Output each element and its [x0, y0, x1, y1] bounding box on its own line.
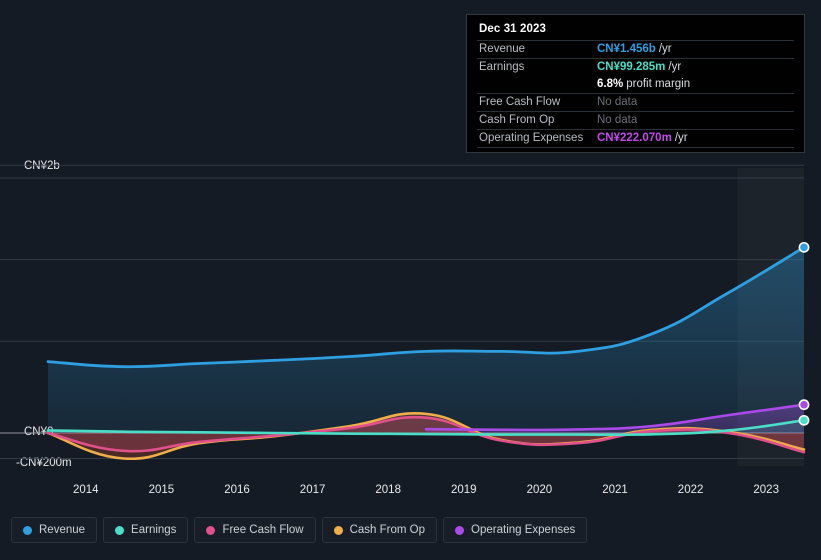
- tooltip-row-earnings: Earnings CN¥99.285m /yr: [477, 58, 794, 76]
- tooltip-label-operating-expenses: Operating Expenses: [479, 132, 584, 144]
- tooltip-unit-earnings: /yr: [668, 61, 682, 73]
- tooltip-value-revenue: CN¥1.456b: [597, 43, 656, 55]
- tooltip-value-earnings: CN¥99.285m: [597, 61, 666, 73]
- tooltip-label-earnings: Earnings: [479, 61, 525, 73]
- legend-item-operating-expenses[interactable]: Operating Expenses: [443, 517, 588, 543]
- legend-dot-icon: [455, 525, 465, 535]
- x-axis-label-2018: 2018: [375, 484, 401, 496]
- x-axis-label-2014: 2014: [73, 484, 99, 496]
- x-axis-label-2020: 2020: [526, 484, 553, 496]
- legend-label: Free Cash Flow: [222, 524, 304, 536]
- tooltip-label-revenue: Revenue: [479, 43, 526, 55]
- legend-dot-icon: [115, 525, 125, 535]
- legend-item-earnings[interactable]: Earnings: [103, 517, 189, 543]
- tooltip-row-revenue: Revenue CN¥1.456b /yr: [477, 40, 794, 58]
- legend-label: Revenue: [39, 524, 86, 536]
- tooltip-row-profit-margin: 6.8% profit margin: [477, 76, 794, 93]
- tooltip-value-free-cash-flow: No data: [597, 96, 638, 108]
- x-axis-label-2016: 2016: [224, 484, 250, 496]
- chart-tooltip: Dec 31 2023 Revenue CN¥1.456b /yr Earnin…: [466, 14, 805, 153]
- tooltip-label-free-cash-flow: Free Cash Flow: [479, 96, 561, 108]
- tooltip-row-operating-expenses: Operating Expenses CN¥222.070m /yr: [477, 129, 794, 147]
- legend-item-revenue[interactable]: Revenue: [11, 517, 98, 543]
- chart-plot-area: [0, 164, 810, 461]
- tooltip-row-free-cash-flow: Free Cash Flow No data: [477, 93, 794, 111]
- legend-label: Cash From Op: [349, 524, 426, 536]
- tooltip-unit-revenue: /yr: [658, 43, 672, 55]
- legend-item-free-cash-flow[interactable]: Free Cash Flow: [194, 517, 316, 543]
- x-axis-label-2022: 2022: [677, 484, 704, 496]
- legend-dot-icon: [206, 525, 216, 535]
- tooltip-text-profit-margin: profit margin: [626, 78, 691, 90]
- tooltip-row-cash-from-op: Cash From Op No data: [477, 111, 794, 129]
- legend-dot-icon: [333, 525, 343, 535]
- legend-label: Earnings: [131, 524, 177, 536]
- tooltip-value-profit-margin: 6.8%: [597, 78, 624, 90]
- x-axis-label-2023: 2023: [753, 484, 779, 496]
- tooltip-bottom-divider: [477, 147, 794, 150]
- tooltip-unit-operating-expenses: /yr: [674, 132, 688, 144]
- legend-label: Operating Expenses: [471, 524, 576, 536]
- x-axis-label-2017: 2017: [299, 484, 326, 496]
- tooltip-date: Dec 31 2023: [479, 23, 546, 35]
- x-axis-label-2019: 2019: [451, 484, 477, 496]
- tooltip-label-cash-from-op: Cash From Op: [479, 114, 555, 126]
- legend-dot-icon: [23, 525, 32, 535]
- financials-chart-page: Dec 31 2023 Revenue CN¥1.456b /yr Earnin…: [0, 0, 821, 560]
- chart-legend: Revenue Earnings Free Cash Flow Cash From O…: [11, 517, 588, 543]
- legend-item-cash-from-op[interactable]: Cash From Op: [321, 517, 438, 543]
- tooltip-value-cash-from-op: No data: [597, 114, 638, 126]
- tooltip-value-operating-expenses: CN¥222.070m: [597, 132, 672, 144]
- x-axis-label-2015: 2015: [148, 484, 175, 496]
- x-axis-label-2021: 2021: [602, 484, 628, 496]
